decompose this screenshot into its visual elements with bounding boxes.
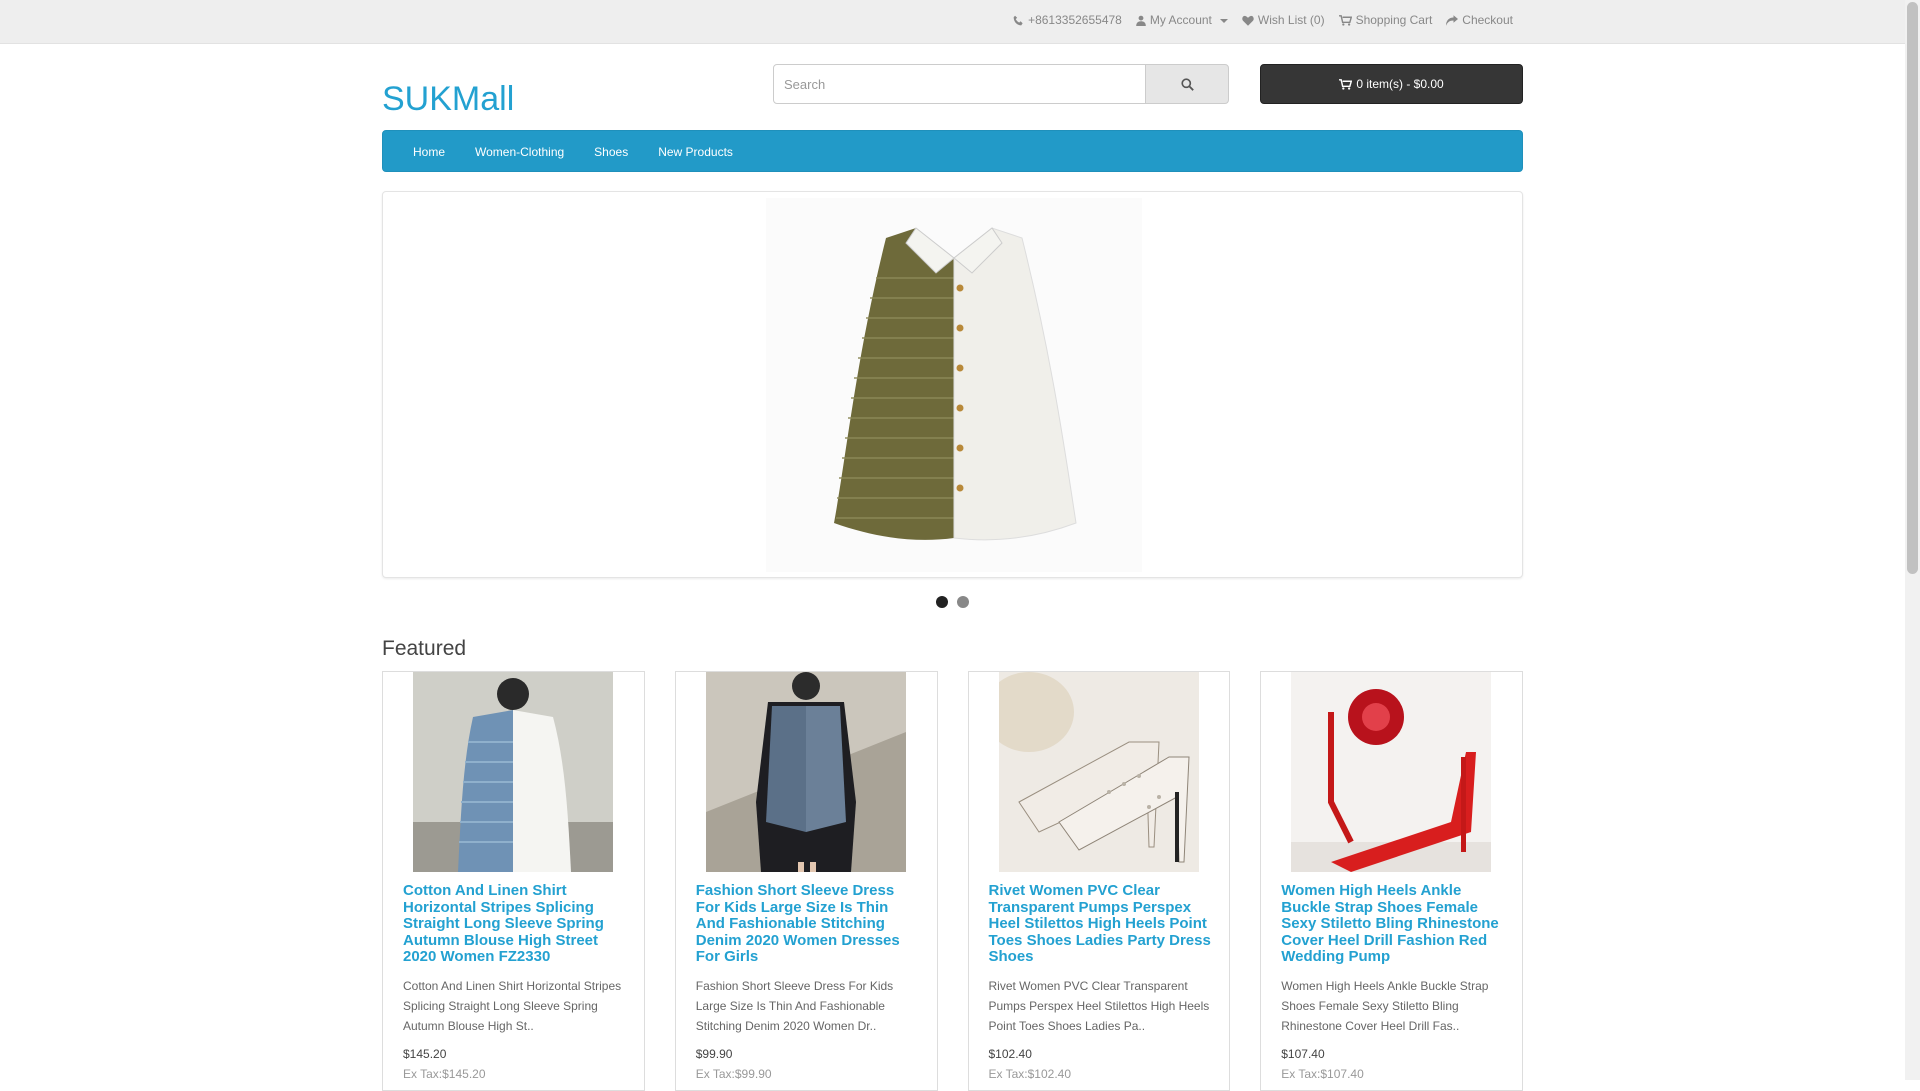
product-name-link[interactable]: Rivet Women PVC Clear Transparent Pumps …: [989, 882, 1214, 966]
slider-dot-2[interactable]: [957, 596, 969, 608]
product-ex-tax: Ex Tax:$107.40: [1281, 1067, 1364, 1081]
product-image[interactable]: [998, 672, 1199, 872]
product-description: Women High Heels Ankle Buckle Strap Shoe…: [1281, 979, 1489, 1033]
slider-dot-1[interactable]: [936, 596, 948, 608]
phone-number: +8613352655478: [1028, 13, 1122, 27]
product-price: $102.40: [988, 1047, 1032, 1061]
my-account-label: My Account: [1149, 13, 1212, 27]
nav-item-shoes[interactable]: Shoes: [579, 131, 643, 171]
product-price: $145.20: [403, 1047, 447, 1061]
product-name-link[interactable]: Fashion Short Sleeve Dress For Kids Larg…: [696, 882, 921, 966]
featured-heading: Featured: [382, 637, 467, 660]
red-heels-photo: [1291, 672, 1492, 872]
cart-icon: [1338, 14, 1352, 26]
product-name-link[interactable]: Cotton And Linen Shirt Horizontal Stripe…: [403, 882, 628, 966]
shirt-illustration: [766, 198, 1142, 572]
user-icon: [1136, 15, 1146, 26]
slider-pagination: [936, 596, 969, 608]
banner-slider[interactable]: [382, 191, 1523, 578]
product-card: Cotton And Linen Shirt Horizontal Stripe…: [382, 671, 645, 1091]
top-links: +8613352655478 My Account Wish List (0) …: [1013, 13, 1513, 27]
chevron-down-icon: [1219, 19, 1228, 23]
blouse-photo: [413, 672, 613, 872]
phone-icon: [1013, 15, 1023, 25]
product-ex-tax: Ex Tax:$102.40: [988, 1067, 1072, 1081]
product-description: Rivet Women PVC Clear Transparent Pumps …: [988, 979, 1210, 1033]
clear-pumps-photo: [998, 672, 1199, 872]
product-card: Women High Heels Ankle Buckle Strap Shoe…: [1260, 671, 1523, 1091]
phone-link[interactable]: +8613352655478: [1013, 13, 1122, 27]
search-icon: [1180, 77, 1194, 91]
cart-summary-button[interactable]: 0 item(s) - $0.00: [1260, 64, 1523, 104]
top-bar: +8613352655478 My Account Wish List (0) …: [0, 0, 1905, 44]
product-price: $99.90: [695, 1047, 733, 1061]
product-ex-tax: Ex Tax:$99.90: [695, 1067, 772, 1081]
shopping-cart-link[interactable]: Shopping Cart: [1338, 13, 1433, 27]
slide-image[interactable]: [766, 198, 1142, 572]
site-logo[interactable]: SUKMall: [382, 80, 514, 119]
product-card: Rivet Women PVC Clear Transparent Pumps …: [967, 671, 1231, 1091]
product-price: $107.40: [1281, 1047, 1325, 1061]
product-image[interactable]: [705, 672, 906, 872]
search-button[interactable]: [1145, 64, 1229, 104]
nav-item-new-products[interactable]: New Products: [643, 131, 748, 171]
cart-summary-label: 0 item(s) - $0.00: [1356, 77, 1444, 91]
product-description: Fashion Short Sleeve Dress For Kids Larg…: [695, 979, 894, 1033]
page-scrollbar[interactable]: [1905, 0, 1920, 1080]
wishlist-link[interactable]: Wish List (0): [1242, 13, 1325, 27]
share-icon: [1446, 14, 1459, 26]
product-name-link[interactable]: Women High Heels Ankle Buckle Strap Shoe…: [1281, 882, 1506, 966]
product-ex-tax: Ex Tax:$145.20: [403, 1067, 486, 1081]
main-nav: Home Women-Clothing Shoes New Products: [382, 130, 1523, 172]
checkout-link[interactable]: Checkout: [1446, 13, 1513, 27]
dress-photo: [705, 672, 906, 872]
nav-item-home[interactable]: Home: [398, 131, 460, 171]
heart-icon: [1242, 15, 1254, 26]
wishlist-label: Wish List (0): [1257, 13, 1325, 27]
nav-item-women-clothing[interactable]: Women-Clothing: [460, 131, 579, 171]
cart-icon: [1339, 78, 1353, 90]
search-input[interactable]: [773, 64, 1146, 104]
checkout-label: Checkout: [1462, 13, 1513, 27]
product-image[interactable]: [1291, 672, 1492, 872]
shopping-cart-label: Shopping Cart: [1355, 13, 1433, 27]
product-description: Cotton And Linen Shirt Horizontal Stripe…: [403, 979, 622, 1033]
scrollbar-thumb[interactable]: [1907, 2, 1918, 574]
product-grid: Cotton And Linen Shirt Horizontal Stripe…: [382, 671, 1523, 1091]
product-card: Fashion Short Sleeve Dress For Kids Larg…: [674, 671, 938, 1091]
product-image[interactable]: [413, 672, 613, 872]
my-account-dropdown[interactable]: My Account: [1136, 13, 1228, 27]
